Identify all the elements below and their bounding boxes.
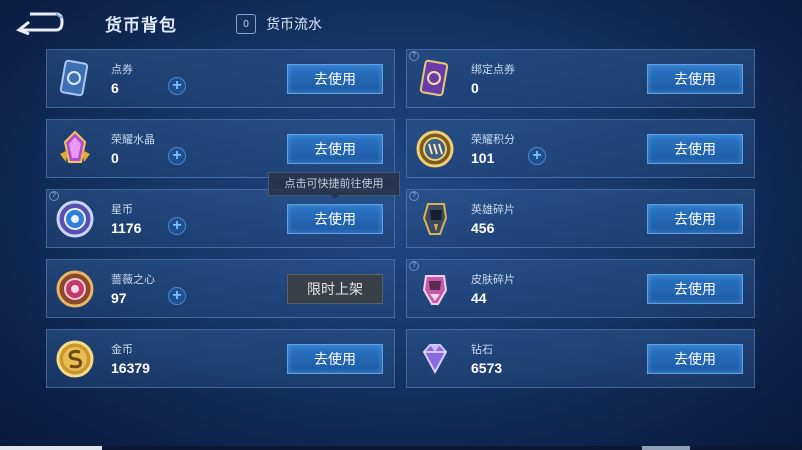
use-button-voucher[interactable]: 去使用 (287, 64, 383, 94)
use-button-skin-fragment[interactable]: 去使用 (647, 274, 743, 304)
currency-count: 456 (471, 220, 495, 236)
bound-voucher-card-icon (419, 59, 449, 97)
currency-name: 荣耀积分 (471, 134, 515, 146)
back-arrow-icon[interactable] (16, 9, 64, 35)
gold-coin-icon (56, 340, 94, 378)
currency-count: 0 (471, 80, 479, 96)
currency-card-star-coin: ? 星币 1176 + 去使用 (46, 189, 395, 248)
use-button-glory-crystal[interactable]: 去使用 (287, 134, 383, 164)
use-button-gold-coin[interactable]: 去使用 (287, 344, 383, 374)
top-bar: 货币背包 0 货币流水 (0, 0, 802, 46)
ledger-icon: 0 (236, 14, 256, 34)
currency-card-diamond: 钻石 6573 去使用 (406, 329, 755, 388)
currency-count: 97 (111, 290, 127, 306)
currency-card-glory-points: 荣耀积分 101 + 去使用 (406, 119, 755, 178)
add-star-coin-button[interactable]: + (168, 217, 186, 235)
limited-availability-button: 限时上架 (287, 274, 383, 304)
add-rose-heart-button[interactable]: + (168, 287, 186, 305)
currency-card-bound-voucher: ? 绑定点券 0 去使用 (406, 49, 755, 108)
currency-card-hero-fragment: ? 英雄碎片 456 去使用 (406, 189, 755, 248)
currency-name: 英雄碎片 (471, 204, 515, 216)
currency-count: 101 (471, 150, 495, 166)
currency-name: 绑定点券 (471, 64, 515, 76)
page-title: 货币背包 (105, 16, 177, 35)
currency-name: 星币 (111, 204, 133, 216)
currency-card-gold-coin: 金币 16379 去使用 (46, 329, 395, 388)
diamond-icon (422, 344, 448, 375)
voucher-card-icon (59, 59, 89, 97)
glory-crystal-icon (60, 130, 90, 163)
currency-name: 金币 (111, 344, 133, 356)
currency-count: 6573 (471, 360, 503, 376)
bottom-indicator-secondary (642, 446, 690, 450)
currency-count: 6 (111, 80, 119, 96)
add-glory-points-button[interactable]: + (528, 147, 546, 165)
add-glory-crystal-button[interactable]: + (168, 147, 186, 165)
use-button-bound-voucher[interactable]: 去使用 (647, 64, 743, 94)
currency-flow-link[interactable]: 0 货币流水 (236, 14, 322, 34)
currency-flow-label: 货币流水 (266, 16, 322, 32)
currency-count: 1176 (111, 220, 142, 236)
glory-points-icon (416, 130, 454, 168)
currency-name: 蔷薇之心 (111, 274, 155, 286)
use-button-diamond[interactable]: 去使用 (647, 344, 743, 374)
use-button-hero-fragment[interactable]: 去使用 (647, 204, 743, 234)
currency-name: 点券 (111, 64, 133, 76)
currency-card-voucher: 点券 6 + 去使用 (46, 49, 395, 108)
currency-count: 44 (471, 290, 487, 306)
currency-card-rose-heart: 蔷薇之心 97 + 限时上架 (46, 259, 395, 318)
quick-use-tooltip: 点击可快捷前往使用 (268, 172, 400, 199)
currency-card-skin-fragment: ? 皮肤碎片 44 去使用 (406, 259, 755, 318)
currency-name: 皮肤碎片 (471, 274, 515, 286)
bottom-indicator (0, 446, 102, 450)
use-button-star-coin[interactable]: 去使用 (287, 204, 383, 234)
star-coin-icon (56, 200, 94, 238)
currency-name: 荣耀水晶 (111, 134, 155, 146)
currency-count: 0 (111, 150, 119, 166)
currency-card-glory-crystal: 荣耀水晶 0 + 去使用 (46, 119, 395, 178)
hero-fragment-icon (422, 203, 448, 235)
skin-fragment-icon (422, 275, 448, 305)
currency-name: 钻石 (471, 344, 493, 356)
use-button-glory-points[interactable]: 去使用 (647, 134, 743, 164)
currency-count: 16379 (111, 360, 150, 376)
rose-heart-icon (56, 270, 94, 308)
add-voucher-button[interactable]: + (168, 77, 186, 95)
